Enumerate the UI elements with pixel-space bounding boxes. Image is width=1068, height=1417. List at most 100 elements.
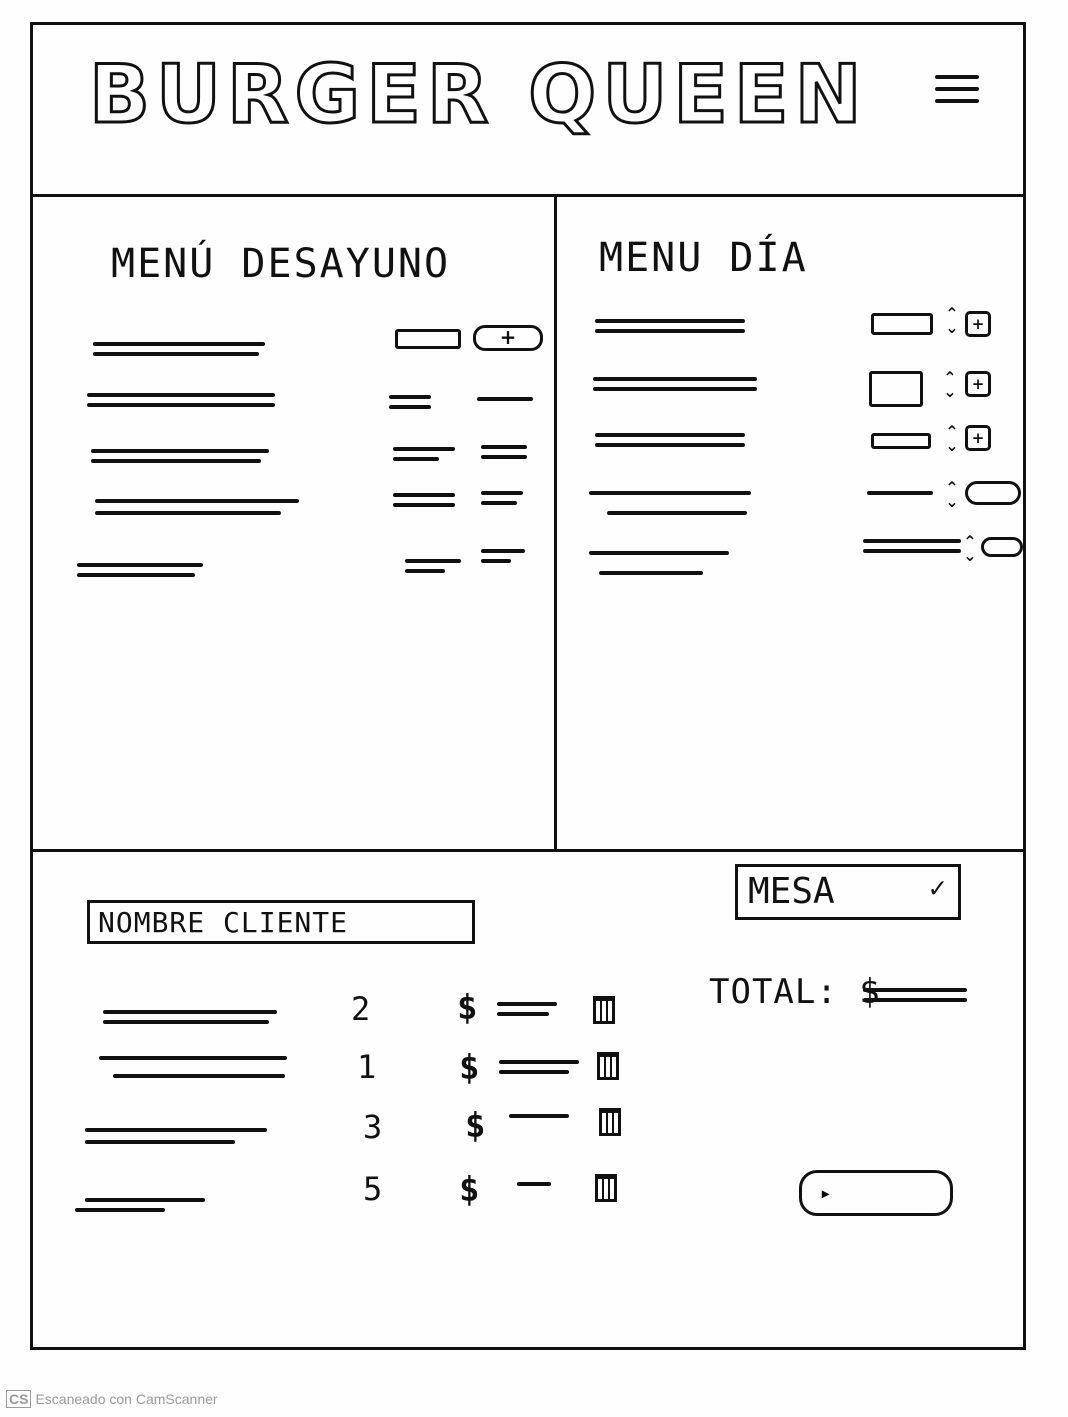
item-name-line	[77, 573, 195, 577]
brand-logo: BURGER QUEEN	[88, 48, 868, 141]
order-item-price-line	[499, 1060, 579, 1064]
order-item-price-line	[497, 1012, 549, 1016]
order-item-name-line	[113, 1074, 285, 1078]
item-price-line	[389, 405, 431, 409]
order-item-qty: 5	[363, 1170, 383, 1208]
item-price-box	[395, 329, 461, 349]
add-item-button[interactable]: +	[473, 325, 543, 351]
item-action-line[interactable]	[481, 559, 511, 563]
add-item-button[interactable]: +	[965, 371, 991, 397]
item-price-line	[405, 569, 445, 573]
trash-icon[interactable]	[599, 1108, 621, 1136]
item-name-line	[595, 433, 745, 437]
item-name-line	[93, 342, 265, 346]
trash-icon[interactable]	[597, 1052, 619, 1080]
item-action-line[interactable]	[481, 445, 527, 449]
add-item-button[interactable]	[965, 481, 1021, 505]
chevron-down-icon: ✓	[929, 871, 946, 904]
order-item-currency: $	[457, 988, 478, 1028]
add-item-button[interactable]: +	[965, 425, 991, 451]
scanner-watermark: CS Escaneado con CamScanner	[6, 1390, 218, 1408]
item-price-line	[393, 493, 455, 497]
order-item-price-line	[499, 1070, 569, 1074]
item-name-line	[589, 491, 751, 495]
order-item-name-line	[85, 1128, 267, 1132]
item-name-line	[87, 393, 275, 397]
item-price-line	[389, 395, 431, 399]
scanner-watermark-text: Escaneado con CamScanner	[35, 1391, 218, 1407]
day-menu-panel: MENU DÍA ⌃ ⌄ + ⌃ ⌄ + ⌃ ⌄ + ⌃ ⌄ ⌃ ⌄	[557, 197, 1023, 849]
item-price-line	[863, 539, 961, 543]
item-name-line	[91, 459, 261, 463]
item-name-line	[593, 387, 757, 391]
hamburger-menu-icon[interactable]	[931, 67, 983, 119]
order-section: MESA ✓ TOTAL: $ 2 $ 1 $ 3	[33, 852, 1023, 1347]
item-name-line	[87, 403, 275, 407]
order-item-price-line	[509, 1114, 569, 1118]
table-select-label: MESA	[748, 871, 835, 912]
order-total: TOTAL: $	[709, 972, 881, 1012]
camscanner-logo: CS	[6, 1390, 32, 1408]
item-price-line	[393, 447, 455, 451]
trash-icon[interactable]	[593, 996, 615, 1024]
item-price-box	[871, 313, 933, 335]
order-item-qty: 1	[357, 1048, 377, 1086]
item-price-box	[869, 371, 923, 407]
order-item-name-line	[99, 1056, 287, 1060]
order-item-name-line	[103, 1020, 269, 1024]
item-name-line	[77, 563, 203, 567]
item-name-line	[599, 571, 703, 575]
breakfast-menu-panel: MENÚ DESAYUNO +	[33, 197, 557, 849]
item-name-line	[93, 352, 259, 356]
item-name-line	[595, 329, 745, 333]
item-action-line[interactable]	[477, 397, 533, 401]
order-item-qty: 3	[363, 1108, 383, 1146]
item-action-line[interactable]	[481, 501, 517, 505]
item-action-line[interactable]	[481, 549, 525, 553]
item-price-line	[393, 457, 439, 461]
item-action-line[interactable]	[481, 455, 527, 459]
item-name-line	[91, 449, 269, 453]
order-item-name-line	[85, 1198, 205, 1202]
item-price-box	[871, 433, 931, 449]
breakfast-menu-title: MENÚ DESAYUNO	[111, 241, 451, 287]
quantity-stepper[interactable]: ⌃ ⌄	[963, 534, 977, 564]
item-name-line	[95, 499, 299, 503]
quantity-stepper[interactable]: ⌃ ⌄	[943, 370, 957, 400]
client-name-input[interactable]	[87, 900, 475, 944]
order-item-name-line	[85, 1140, 235, 1144]
app-frame: BURGER QUEEN MENÚ DESAYUNO + MENU DÍA ⌃ …	[30, 22, 1026, 1350]
add-item-button[interactable]	[981, 537, 1023, 557]
item-name-line	[595, 443, 745, 447]
order-item-currency: $	[459, 1048, 480, 1088]
order-item-name-line	[103, 1010, 277, 1014]
quantity-stepper[interactable]: ⌃ ⌄	[945, 480, 959, 510]
item-name-line	[607, 511, 747, 515]
quantity-stepper[interactable]: ⌃ ⌄	[945, 306, 959, 336]
order-item-name-line	[75, 1208, 165, 1212]
item-price-line	[863, 549, 961, 553]
quantity-stepper[interactable]: ⌃ ⌄	[945, 424, 959, 454]
order-item-currency: $	[459, 1170, 480, 1210]
item-name-line	[589, 551, 729, 555]
item-price-line	[405, 559, 461, 563]
total-value-line	[863, 998, 967, 1002]
trash-icon[interactable]	[595, 1174, 617, 1202]
add-item-button[interactable]: +	[965, 311, 991, 337]
order-item-qty: 2	[351, 990, 371, 1028]
order-item-currency: $	[465, 1106, 486, 1146]
table-select[interactable]: MESA ✓	[735, 864, 961, 920]
item-name-line	[593, 377, 757, 381]
menus-area: MENÚ DESAYUNO + MENU DÍA ⌃ ⌄ + ⌃ ⌄ + ⌃ ⌄…	[33, 197, 1023, 852]
item-action-line[interactable]	[481, 491, 523, 495]
send-order-button[interactable]: ▸	[799, 1170, 953, 1216]
order-item-price-line	[517, 1182, 551, 1186]
total-value-line	[863, 988, 967, 992]
item-price-line	[867, 491, 933, 495]
item-price-line	[393, 503, 455, 507]
day-menu-title: MENU DÍA	[599, 235, 808, 281]
item-name-line	[95, 511, 281, 515]
order-item-price-line	[497, 1002, 557, 1006]
app-header: BURGER QUEEN	[33, 25, 1023, 197]
item-name-line	[595, 319, 745, 323]
